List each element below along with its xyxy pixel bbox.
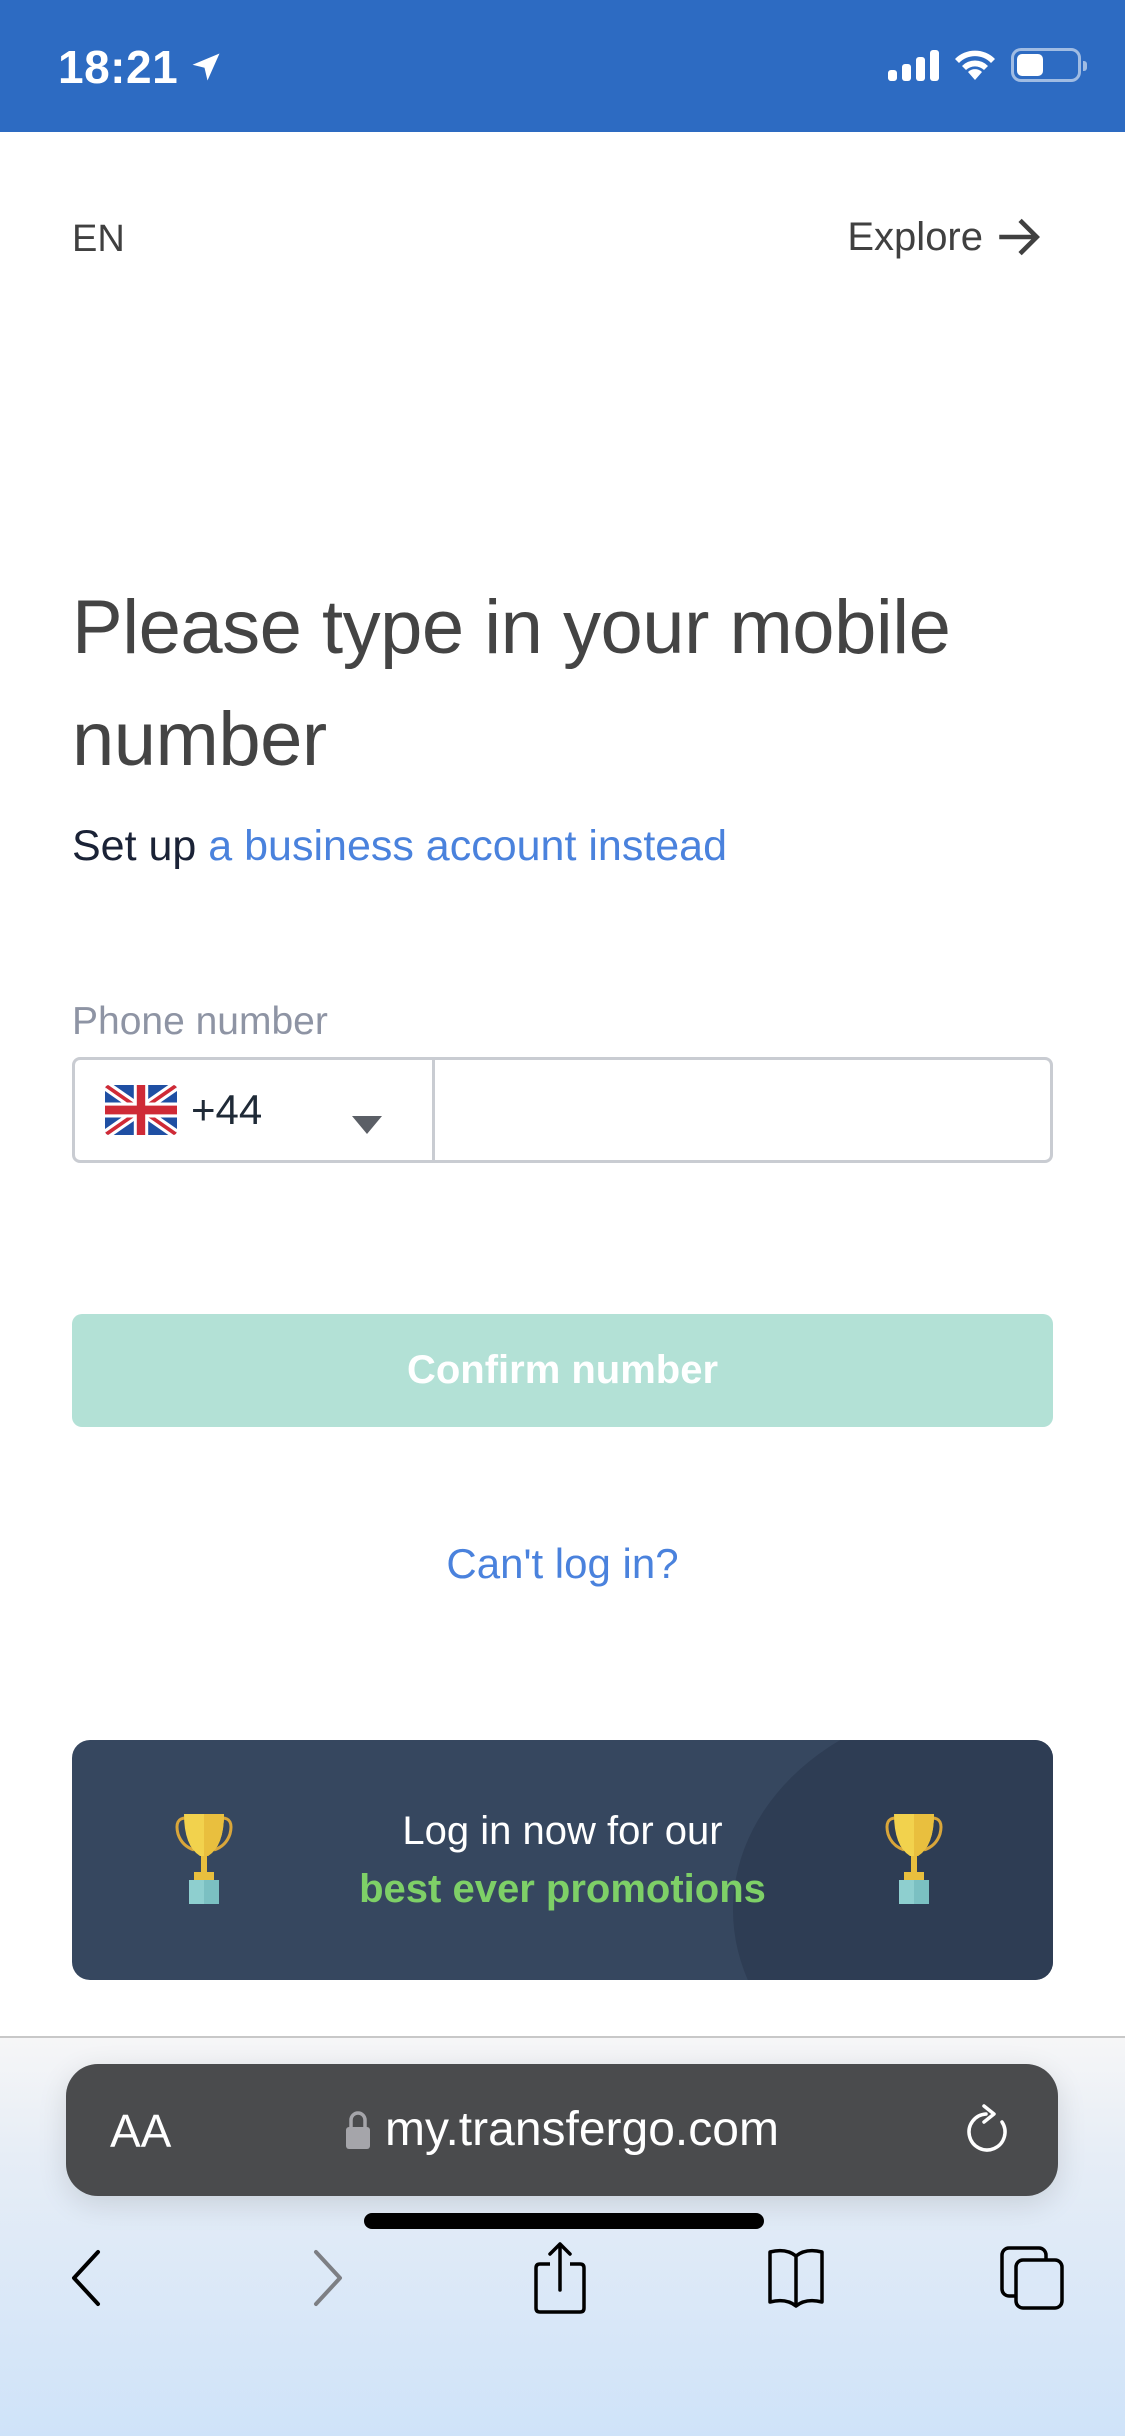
status-time-group: 18:21 [58,40,224,94]
share-button[interactable] [520,2238,600,2318]
status-bar: 18:21 [0,0,1125,132]
trophy-icon [885,1814,943,1904]
browser-chrome: AA my.transfergo.com [0,2036,1125,2436]
back-button[interactable] [46,2238,126,2318]
cant-login-link[interactable]: Can't log in? [0,1540,1125,1588]
phone-number-field: +44 [72,1057,1053,1163]
subtitle-prefix: Set up [72,822,197,870]
business-account-link[interactable]: a business account instead [208,822,727,870]
bookmarks-icon [768,2248,824,2308]
reload-icon[interactable] [964,2104,1018,2160]
lock-icon [346,2110,371,2149]
share-icon [534,2242,586,2314]
country-code-dropdown[interactable]: +44 [75,1060,435,1160]
page-title: Please type in your mobile number [72,585,951,782]
home-indicator[interactable] [364,2213,764,2229]
location-arrow-icon [192,53,220,81]
status-time: 18:21 [58,41,179,93]
bookmarks-button[interactable] [756,2238,836,2318]
forward-button[interactable] [288,2238,368,2318]
explore-link[interactable]: Explore [847,212,1043,262]
chevron-down-icon [352,1116,382,1134]
subtitle: Set up a business account instead [72,822,727,871]
confirm-number-button[interactable]: Confirm number [72,1314,1053,1427]
url-display[interactable]: my.transfergo.com [66,2102,1058,2157]
status-icons [888,48,1087,82]
tabs-icon [1000,2246,1064,2310]
browser-toolbar [0,2238,1125,2348]
tabs-button[interactable] [992,2238,1072,2318]
wifi-icon [955,50,995,80]
url-text: my.transfergo.com [385,2103,779,2156]
promo-banner[interactable]: Log in now for our best ever promotions [72,1740,1053,1980]
phone-number-label: Phone number [72,1000,328,1043]
forward-icon [314,2250,342,2306]
battery-icon [1011,48,1087,82]
language-selector[interactable]: EN [72,218,125,261]
screen: 18:21 EN Explore Please type in your mob… [0,0,1125,2436]
country-code: +44 [191,1086,263,1133]
cellular-signal-icon [888,49,939,81]
address-bar[interactable]: AA my.transfergo.com [66,2064,1058,2196]
phone-number-input[interactable] [435,1060,1050,1160]
back-icon [72,2250,100,2306]
battery-fill [1017,54,1044,76]
arrow-right-icon [999,218,1040,256]
explore-label: Explore [847,214,983,259]
uk-flag-icon [105,1085,177,1135]
